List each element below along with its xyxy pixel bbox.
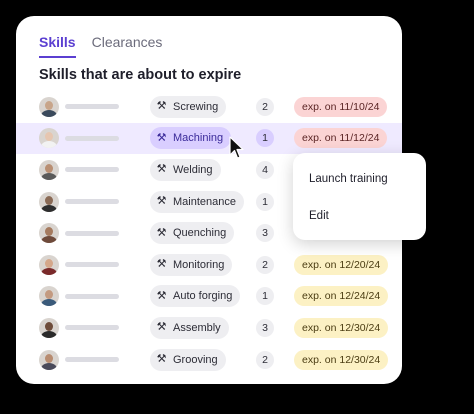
- skill-label: Assembly: [173, 321, 221, 334]
- tools-icon: ⚒: [156, 163, 167, 176]
- avatar: [39, 128, 59, 149]
- skill-label: Welding: [173, 163, 213, 176]
- count-badge: 4: [256, 160, 274, 179]
- count-badge: 2: [256, 97, 274, 116]
- name-placeholder: [65, 167, 119, 173]
- tab-bar: Skills Clearances: [39, 34, 162, 58]
- skill-row[interactable]: ⚒ Machining 1 exp. on 11/12/24: [16, 122, 402, 155]
- skill-label: Maintenance: [173, 195, 236, 208]
- tools-icon: ⚒: [156, 195, 167, 208]
- skill-chip[interactable]: ⚒ Grooving: [150, 348, 226, 371]
- pointer-cursor-icon: [229, 136, 244, 159]
- skill-chip[interactable]: ⚒ Maintenance: [150, 190, 244, 213]
- tab-skills[interactable]: Skills: [39, 34, 76, 58]
- skill-chip[interactable]: ⚒ Welding: [150, 158, 221, 181]
- name-placeholder: [65, 293, 119, 299]
- avatar: [39, 286, 59, 307]
- expiry-badge: exp. on 12/24/24: [294, 286, 389, 307]
- name-placeholder: [65, 230, 119, 236]
- tools-icon: ⚒: [156, 226, 167, 239]
- expiry-badge: exp. on 11/10/24: [294, 96, 388, 117]
- avatar: [39, 191, 59, 212]
- skill-chip[interactable]: ⚒ Machining: [150, 127, 232, 150]
- tools-icon: ⚒: [156, 289, 167, 302]
- skill-label: Monitoring: [173, 258, 225, 271]
- avatar: [39, 317, 59, 338]
- tools-icon: ⚒: [156, 100, 167, 113]
- count-badge: 1: [256, 129, 274, 148]
- count-badge: 1: [256, 192, 274, 211]
- menu-item-edit[interactable]: Edit: [309, 210, 329, 222]
- tab-clearances[interactable]: Clearances: [92, 34, 163, 58]
- skill-label: Quenching: [173, 227, 227, 240]
- tools-icon: ⚒: [156, 131, 167, 144]
- expiry-badge: exp. on 12/30/24: [294, 349, 389, 370]
- count-badge: 2: [256, 350, 274, 369]
- expiry-badge: exp. on 12/30/24: [294, 317, 389, 338]
- menu-item-launch-training[interactable]: Launch training: [309, 173, 388, 185]
- skill-chip[interactable]: ⚒ Assembly: [150, 316, 229, 339]
- count-badge: 2: [256, 255, 274, 274]
- tools-icon: ⚒: [156, 321, 167, 334]
- avatar: [39, 159, 59, 180]
- skill-label: Auto forging: [173, 290, 233, 303]
- tools-icon: ⚒: [156, 353, 167, 366]
- expiry-badge: exp. on 11/12/24: [294, 128, 388, 149]
- count-badge: 1: [256, 287, 274, 306]
- name-placeholder: [65, 262, 119, 268]
- expiry-badge: exp. on 12/20/24: [294, 254, 389, 275]
- name-placeholder: [65, 104, 119, 110]
- skill-chip[interactable]: ⚒ Quenching: [150, 222, 235, 245]
- name-placeholder: [65, 199, 119, 205]
- avatar: [39, 96, 59, 117]
- skill-row[interactable]: ⚒ Grooving 2 exp. on 12/30/24: [16, 344, 402, 376]
- skill-chip[interactable]: ⚒ Screwing: [150, 95, 227, 118]
- name-placeholder: [65, 357, 119, 363]
- skill-label: Machining: [173, 132, 224, 145]
- tools-icon: ⚒: [156, 258, 167, 271]
- skill-row[interactable]: ⚒ Monitoring 2 exp. on 12/20/24: [16, 249, 402, 281]
- name-placeholder: [65, 135, 119, 141]
- avatar: [39, 349, 59, 370]
- skill-chip[interactable]: ⚒ Auto forging: [150, 285, 241, 308]
- skill-label: Grooving: [173, 353, 218, 366]
- avatar: [39, 223, 59, 244]
- avatar: [39, 254, 59, 275]
- skill-row[interactable]: ⚒ Assembly 3 exp. on 12/30/24: [16, 312, 402, 344]
- context-menu: Launch training Edit: [293, 153, 426, 240]
- name-placeholder: [65, 325, 119, 331]
- skill-row[interactable]: ⚒ Screwing 2 exp. on 11/10/24: [16, 91, 402, 123]
- skill-chip[interactable]: ⚒ Monitoring: [150, 253, 233, 276]
- count-badge: 3: [256, 224, 274, 243]
- skill-row[interactable]: ⚒ Auto forging 1 exp. on 12/24/24: [16, 281, 402, 313]
- skill-label: Screwing: [173, 100, 219, 113]
- section-title: Skills that are about to expire: [39, 67, 242, 83]
- count-badge: 3: [256, 318, 274, 337]
